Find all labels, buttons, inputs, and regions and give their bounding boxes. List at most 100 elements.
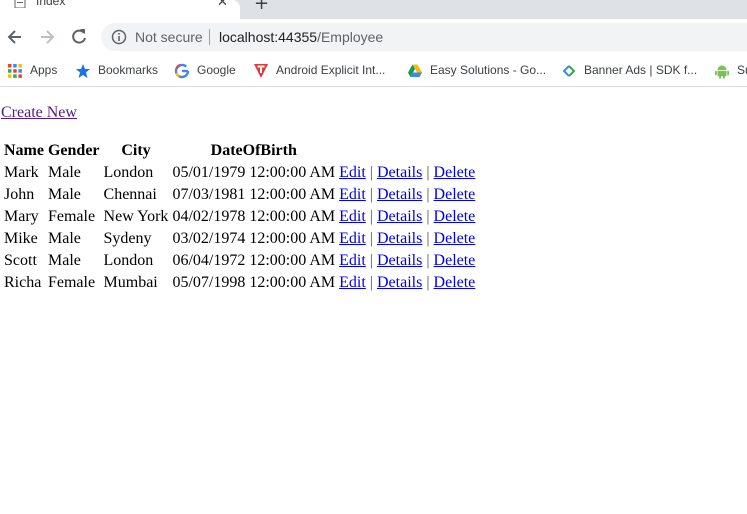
cell-name: Mike (4, 230, 38, 247)
tab-index[interactable]: Index ✕ (0, 0, 240, 19)
table-header-row: Name Gender City DateOfBirth (3, 141, 476, 161)
table-row: Mike Male Sydeny 03/02/1974 12:00:00 AM Edit… (3, 229, 476, 249)
address-bar[interactable]: Not secure localhost:44355/Employee (101, 23, 747, 51)
employee-table-body: Mark Male London 05/01/1979 12:00:00 AM Edit… (3, 163, 476, 293)
details-link[interactable]: Details (377, 274, 422, 291)
tab-strip: Index ✕ + (0, 0, 747, 19)
forward-arrow-icon[interactable] (37, 27, 57, 47)
bookmark-google[interactable]: Google (174, 62, 244, 80)
bookmark-banner-ads[interactable]: Banner Ads | SDK f... (561, 62, 706, 80)
security-status[interactable]: Not secure (135, 29, 203, 45)
cell-actions: Edit | Details | Delete (338, 185, 476, 205)
column-header-gender: Gender (47, 142, 100, 159)
edit-link[interactable]: Edit (339, 274, 366, 291)
bookmark-label: Android Explicit Int... (276, 63, 386, 77)
table-row: John Male Chennai 07/03/1981 12:00:00 AM Edi… (3, 185, 476, 205)
cell-city: London (103, 164, 154, 181)
admob-icon (562, 65, 576, 77)
details-link[interactable]: Details (377, 186, 422, 203)
bookmark-android[interactable]: Su (714, 62, 747, 80)
star-icon (76, 64, 90, 78)
delete-link[interactable]: Delete (434, 164, 476, 181)
action-separator: | (426, 186, 430, 203)
cell-actions: Edit | Details | Delete (338, 163, 476, 183)
cell-name: Scott (4, 252, 37, 269)
edit-link[interactable]: Edit (339, 230, 366, 247)
reload-icon[interactable] (69, 27, 89, 47)
cell-city: Chennai (103, 186, 157, 203)
edit-link[interactable]: Edit (339, 186, 366, 203)
android-icon (715, 65, 729, 79)
cell-city: London (103, 252, 154, 269)
action-separator: | (369, 274, 373, 291)
cell-gender: Female (47, 208, 96, 225)
cell-dateofbirth: 04/02/1978 12:00:00 AM (172, 208, 336, 225)
details-link[interactable]: Details (377, 252, 422, 269)
action-separator: | (369, 208, 373, 225)
action-separator: | (369, 230, 373, 247)
bookmark-label: Apps (30, 63, 58, 77)
google-drive-icon (408, 64, 422, 77)
edit-link[interactable]: Edit (339, 208, 366, 225)
delete-link[interactable]: Delete (434, 186, 476, 203)
cell-city: New York (103, 208, 169, 225)
cell-actions: Edit | Details | Delete (338, 229, 476, 249)
bookmark-apps[interactable]: Apps (7, 62, 67, 80)
bookmark-label: Banner Ads | SDK f... (584, 63, 698, 77)
delete-link[interactable]: Delete (434, 274, 476, 291)
cell-actions: Edit | Details | Delete (338, 251, 476, 271)
edit-link[interactable]: Edit (339, 252, 366, 269)
cell-city: Mumbai (103, 274, 158, 291)
delete-link[interactable]: Delete (434, 230, 476, 247)
url-text[interactable]: localhost:44355/Employee (219, 29, 383, 45)
action-separator: | (426, 208, 430, 225)
address-separator (209, 29, 210, 45)
delete-link[interactable]: Delete (434, 208, 476, 225)
cell-gender: Male (47, 230, 81, 247)
cell-gender: Male (47, 186, 81, 203)
action-separator: | (369, 164, 373, 181)
url-host: localhost:44355 (219, 29, 318, 45)
action-separator: | (369, 252, 373, 269)
cell-name: John (4, 186, 35, 203)
column-header-dateofbirth: DateOfBirth (210, 142, 297, 159)
bookmark-label: Bookmarks (98, 63, 159, 77)
edit-link[interactable]: Edit (339, 164, 366, 181)
new-tab-icon[interactable]: + (254, 0, 269, 14)
bookmark-label: Google (197, 63, 236, 77)
table-row: Scott Male London 06/04/1972 12:00:00 AM Edi… (3, 251, 476, 271)
column-header-actions (338, 141, 476, 161)
back-arrow-icon[interactable] (5, 27, 25, 47)
cell-actions: Edit | Details | Delete (338, 273, 476, 293)
bookmark-bookmarks[interactable]: Bookmarks (75, 62, 165, 80)
bookmark-android-explicit[interactable]: Android Explicit Int... (253, 62, 393, 80)
action-separator: | (426, 164, 430, 181)
apps-grid-icon (8, 64, 22, 78)
bookmark-easy-solutions[interactable]: Easy Solutions - Go... (407, 62, 547, 80)
delete-link[interactable]: Delete (434, 252, 476, 269)
android-explicit-icon (254, 64, 268, 78)
details-link[interactable]: Details (377, 164, 422, 181)
info-icon[interactable] (111, 29, 127, 45)
close-tab-icon[interactable]: ✕ (217, 0, 228, 10)
cell-dateofbirth: 07/03/1981 12:00:00 AM (172, 186, 336, 203)
cell-actions: Edit | Details | Delete (338, 207, 476, 227)
cell-name: Richa (4, 274, 42, 291)
cell-dateofbirth: 06/04/1972 12:00:00 AM (172, 252, 336, 269)
bookmarks-bar: Apps Bookmarks Google Android Explicit I… (0, 56, 747, 87)
action-separator: | (426, 252, 430, 269)
action-separator: | (426, 274, 430, 291)
google-icon (174, 63, 190, 79)
create-new-link[interactable]: Create New (1, 104, 77, 122)
details-link[interactable]: Details (377, 230, 422, 247)
cell-dateofbirth: 03/02/1974 12:00:00 AM (172, 230, 336, 247)
page-content: Create New Name Gender City DateOfBirth … (0, 87, 747, 514)
table-row: Mark Male London 05/01/1979 12:00:00 AM Edit… (3, 163, 476, 183)
document-icon (14, 0, 26, 8)
column-header-name: Name (4, 142, 44, 159)
cell-gender: Female (47, 274, 96, 291)
cell-dateofbirth: 05/07/1998 12:00:00 AM (172, 274, 336, 291)
details-link[interactable]: Details (377, 208, 422, 225)
url-path: /Employee (317, 29, 384, 45)
cell-name: Mary (4, 208, 39, 225)
